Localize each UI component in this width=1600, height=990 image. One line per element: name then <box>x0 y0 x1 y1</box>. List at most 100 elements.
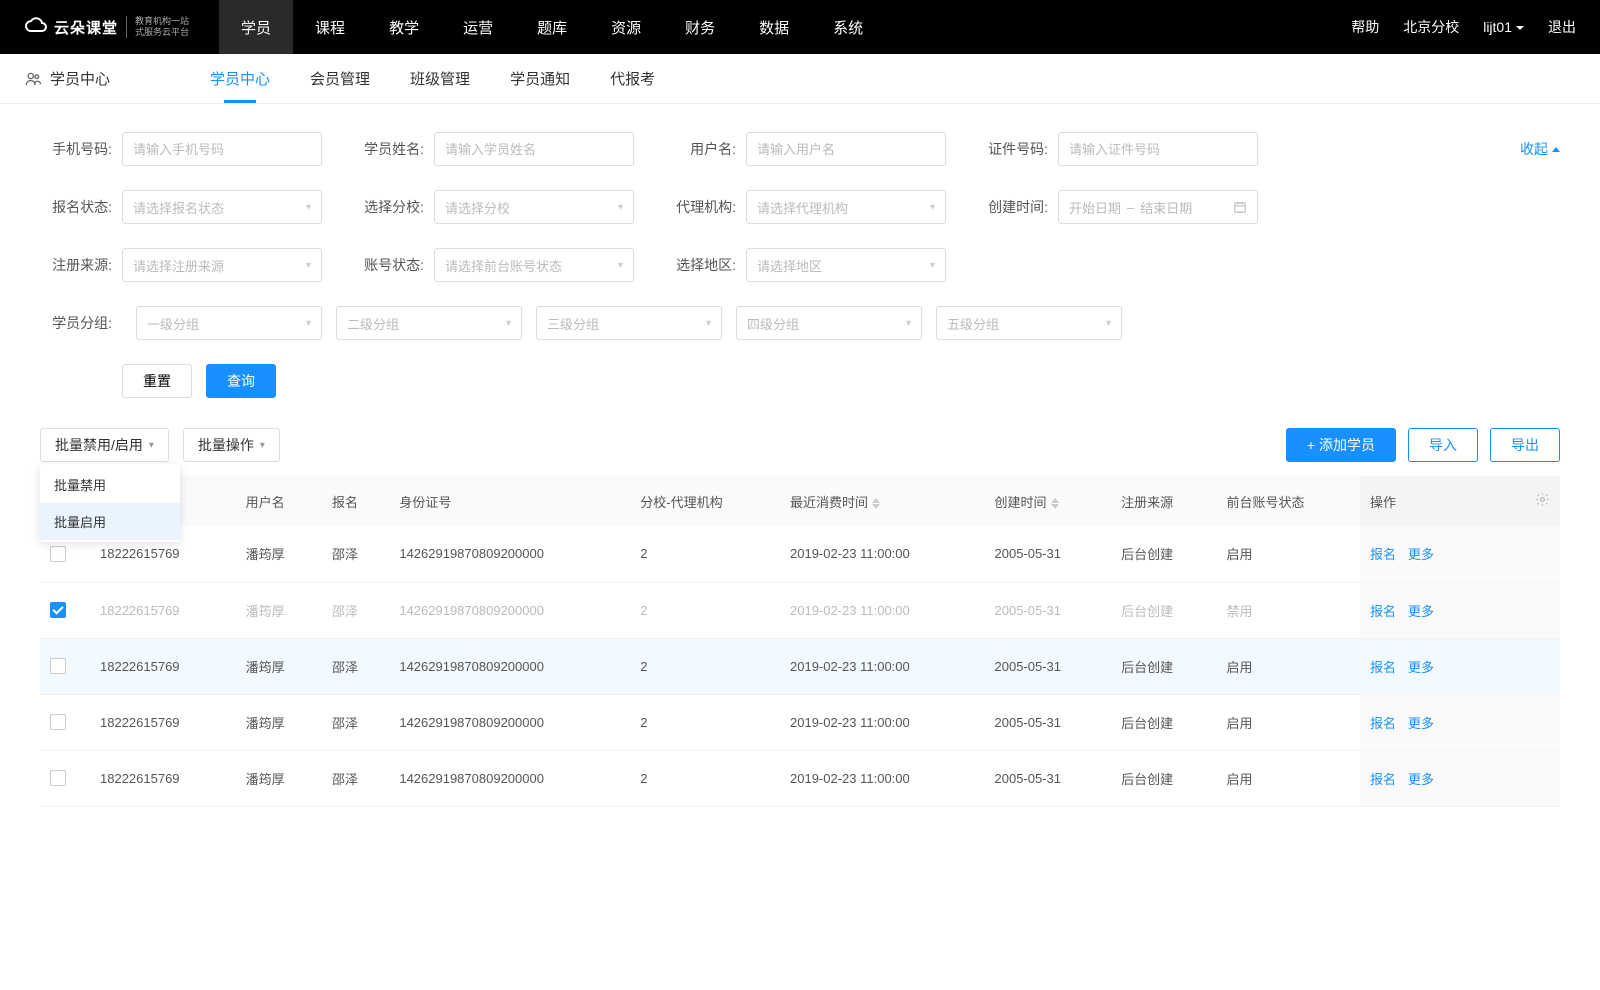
filter-item: 选择分校:请选择分校▾ <box>352 190 634 224</box>
sub-tab-4[interactable]: 代报考 <box>610 54 655 103</box>
row-checkbox[interactable] <box>50 602 66 618</box>
sub-nav: 学员中心 学员中心会员管理班级管理学员通知代报考 <box>0 54 1600 104</box>
main-tab-5[interactable]: 资源 <box>589 0 663 54</box>
cell: 2005-05-31 <box>985 750 1112 806</box>
cell: 2019-02-23 11:00:00 <box>780 694 985 750</box>
filter-input[interactable] <box>1058 132 1258 166</box>
cell: 2019-02-23 11:00:00 <box>780 526 985 582</box>
main-tab-2[interactable]: 教学 <box>367 0 441 54</box>
cell: 后台创建 <box>1111 582 1216 638</box>
cell: 2 <box>630 750 780 806</box>
settings-column[interactable] <box>1520 476 1560 526</box>
main-tab-1[interactable]: 课程 <box>293 0 367 54</box>
cell <box>40 694 90 750</box>
filter-label: 选择地区: <box>664 255 736 275</box>
export-button[interactable]: 导出 <box>1490 428 1560 462</box>
table-header-6[interactable]: 最近消费时间 <box>780 476 985 526</box>
cell: 2005-05-31 <box>985 694 1112 750</box>
cell: 后台创建 <box>1111 638 1216 694</box>
table-header-2: 用户名 <box>236 476 322 526</box>
row-checkbox[interactable] <box>50 546 66 562</box>
row-checkbox[interactable] <box>50 714 66 730</box>
user-menu[interactable]: lijt01 <box>1483 19 1524 35</box>
filter-input[interactable] <box>122 132 322 166</box>
more-link[interactable]: 更多 <box>1408 660 1434 675</box>
group-select-3[interactable]: 三级分组▾ <box>536 306 722 340</box>
main-tab-7[interactable]: 数据 <box>737 0 811 54</box>
add-student-button[interactable]: + 添加学员 <box>1286 428 1396 462</box>
chevron-down-icon: ▾ <box>906 318 911 329</box>
sub-tab-0[interactable]: 学员中心 <box>210 54 270 103</box>
chevron-down-icon: ▾ <box>706 318 711 329</box>
filter-select[interactable]: 请选择代理机构▾ <box>746 190 946 224</box>
group-select-4[interactable]: 四级分组▾ <box>736 306 922 340</box>
cell: 2019-02-23 11:00:00 <box>780 638 985 694</box>
table-row: 18222615769潘筠厚邵泽142629198708092000002201… <box>40 750 1560 806</box>
filter-input[interactable] <box>434 132 634 166</box>
cell: 2 <box>630 638 780 694</box>
signup-link[interactable]: 报名 <box>1370 772 1396 787</box>
cell: 邵泽 <box>322 694 389 750</box>
signup-link[interactable]: 报名 <box>1370 716 1396 731</box>
batch-ops-dropdown[interactable]: 批量操作 ▾ <box>183 428 280 462</box>
table-header-7[interactable]: 创建时间 <box>985 476 1112 526</box>
more-link[interactable]: 更多 <box>1408 772 1434 787</box>
collapse-toggle[interactable]: 收起 <box>1520 139 1560 159</box>
sub-tabs: 学员中心会员管理班级管理学员通知代报考 <box>210 54 655 103</box>
help-link[interactable]: 帮助 <box>1351 17 1379 37</box>
table-row: 18222615769潘筠厚邵泽142629198708092000002201… <box>40 526 1560 582</box>
cell: 2019-02-23 11:00:00 <box>780 750 985 806</box>
group-row: 学员分组:一级分组▾二级分组▾三级分组▾四级分组▾五级分组▾ <box>40 306 1560 340</box>
sort-up-icon <box>1051 498 1059 503</box>
main-tab-4[interactable]: 题库 <box>515 0 589 54</box>
row-checkbox[interactable] <box>50 770 66 786</box>
filter-select[interactable]: 请选择报名状态▾ <box>122 190 322 224</box>
group-select-5[interactable]: 五级分组▾ <box>936 306 1122 340</box>
filter-row-2: 报名状态:请选择报名状态▾选择分校:请选择分校▾代理机构:请选择代理机构▾创建时… <box>40 190 1560 224</box>
main-tab-0[interactable]: 学员 <box>219 0 293 54</box>
query-button[interactable]: 查询 <box>206 364 276 398</box>
date-range-picker[interactable]: 开始日期–结束日期 <box>1058 190 1258 224</box>
menu-batch-enable[interactable]: 批量启用 <box>40 503 180 540</box>
cell: 潘筠厚 <box>236 526 322 582</box>
main-tab-8[interactable]: 系统 <box>811 0 885 54</box>
menu-batch-disable[interactable]: 批量禁用 <box>40 466 180 503</box>
signup-link[interactable]: 报名 <box>1370 660 1396 675</box>
group-select-1[interactable]: 一级分组▾ <box>136 306 322 340</box>
logout-link[interactable]: 退出 <box>1548 17 1576 37</box>
cell: 2 <box>630 694 780 750</box>
reset-button[interactable]: 重置 <box>122 364 192 398</box>
more-link[interactable]: 更多 <box>1408 547 1434 562</box>
cell: 后台创建 <box>1111 750 1216 806</box>
filter-label: 手机号码: <box>40 139 112 159</box>
filter-select[interactable]: 请选择分校▾ <box>434 190 634 224</box>
row-checkbox[interactable] <box>50 658 66 674</box>
main-tab-6[interactable]: 财务 <box>663 0 737 54</box>
top-nav-right: 帮助 北京分校 lijt01 退出 <box>1351 17 1576 37</box>
cell: 2 <box>630 582 780 638</box>
filter-select[interactable]: 请选择地区▾ <box>746 248 946 282</box>
branch-link[interactable]: 北京分校 <box>1403 17 1459 37</box>
signup-link[interactable]: 报名 <box>1370 547 1396 562</box>
filter-label: 证件号码: <box>976 139 1048 159</box>
filter-select[interactable]: 请选择前台账号状态▾ <box>434 248 634 282</box>
table-header-10: 操作 <box>1360 476 1520 526</box>
sub-tab-1[interactable]: 会员管理 <box>310 54 370 103</box>
cell: 禁用 <box>1216 582 1360 638</box>
main-tab-3[interactable]: 运营 <box>441 0 515 54</box>
sub-tab-2[interactable]: 班级管理 <box>410 54 470 103</box>
cell <box>40 638 90 694</box>
filter-input[interactable] <box>746 132 946 166</box>
import-button[interactable]: 导入 <box>1408 428 1478 462</box>
sub-tab-3[interactable]: 学员通知 <box>510 54 570 103</box>
batch-toggle-dropdown[interactable]: 批量禁用/启用 ▾ <box>40 428 169 462</box>
signup-link[interactable]: 报名 <box>1370 604 1396 619</box>
group-select-2[interactable]: 二级分组▾ <box>336 306 522 340</box>
filter-item: 用户名: <box>664 132 946 166</box>
sort-down-icon <box>1051 504 1059 509</box>
more-link[interactable]: 更多 <box>1408 716 1434 731</box>
table-row: 18222615769潘筠厚邵泽142629198708092000002201… <box>40 638 1560 694</box>
filter-select[interactable]: 请选择注册来源▾ <box>122 248 322 282</box>
cell: 18222615769 <box>90 638 236 694</box>
more-link[interactable]: 更多 <box>1408 604 1434 619</box>
